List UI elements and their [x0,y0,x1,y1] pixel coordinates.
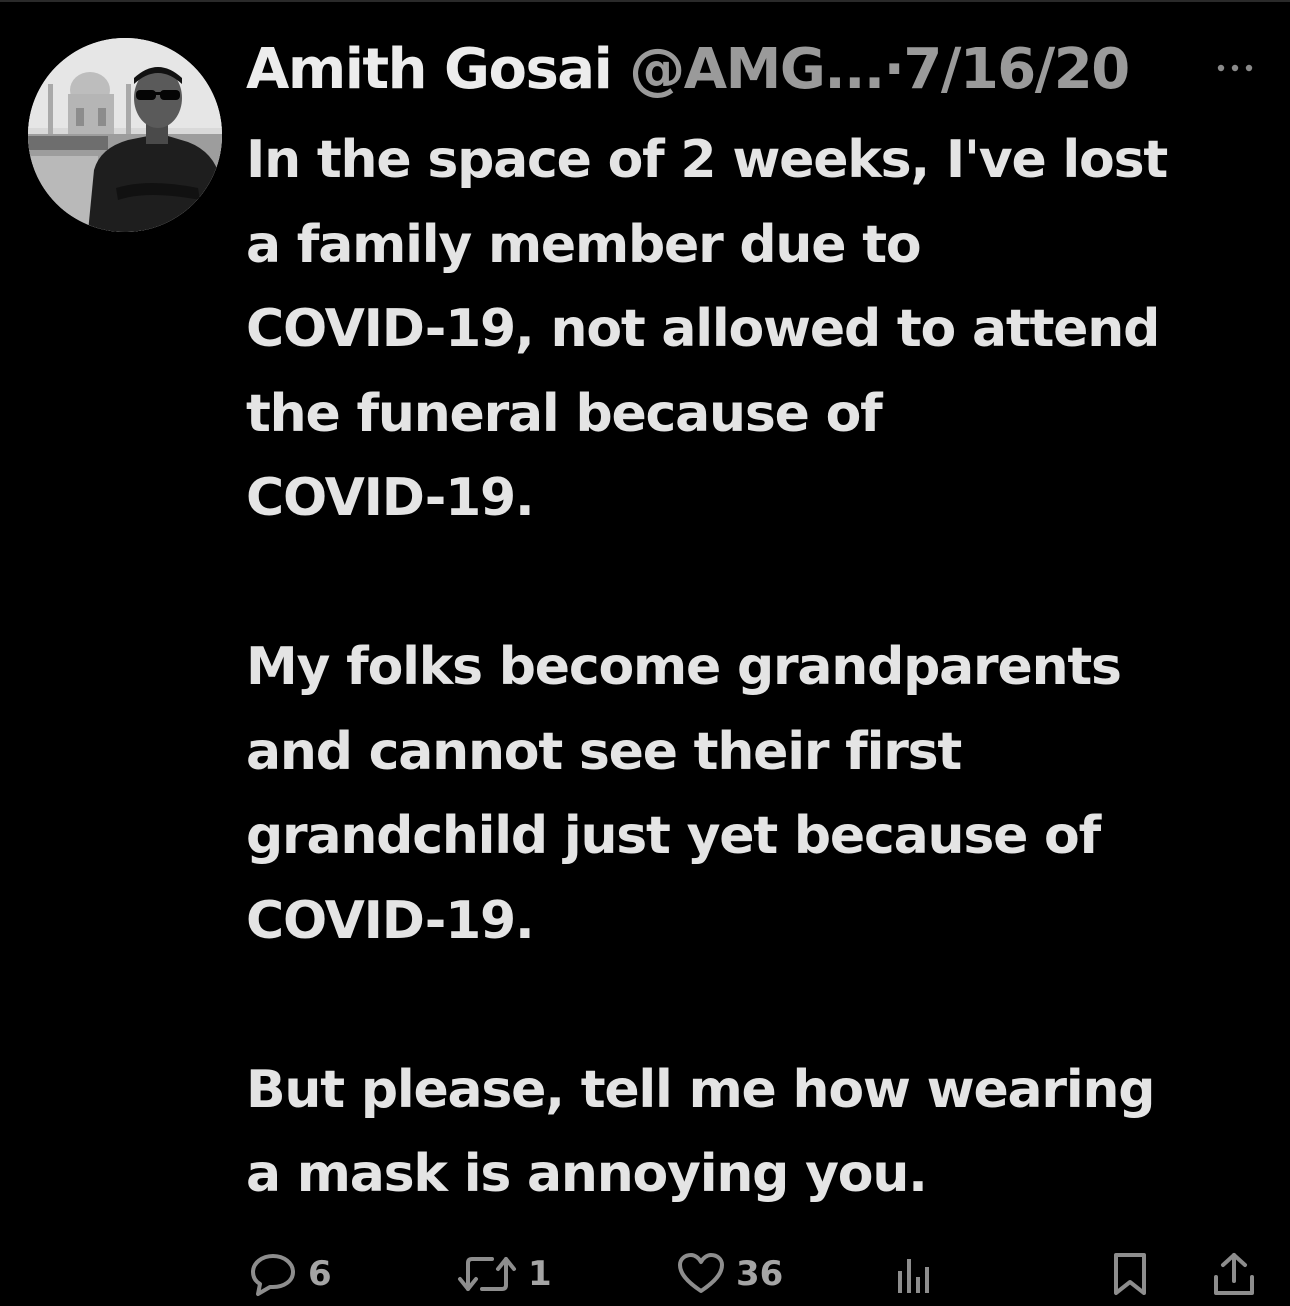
tweet-text-line: a mask is annoying you. [246,1144,928,1204]
tweet-text-line: a family member due to [246,214,922,275]
more-icon [1217,64,1253,72]
tweet-text-line: COVID-19. [246,890,535,951]
like-button[interactable]: 36 [676,1244,783,1304]
share-icon [1214,1253,1254,1295]
tweet-text-line: COVID-19. [246,468,535,528]
avatar-photo [28,38,222,232]
tweet-text-line: the funeral because of [246,383,883,444]
reply-icon [251,1254,295,1296]
header-separator: · [883,37,905,102]
retweet-icon [458,1257,516,1291]
reply-count: 6 [308,1254,332,1294]
reply-button[interactable]: 6 [248,1244,332,1304]
tweet-date[interactable]: 7/16/20 [903,37,1130,102]
tweet-header: Amith Gosai @AMG...·7/16/20 [246,30,1246,110]
retweet-button[interactable]: 1 [456,1244,552,1304]
tweet-text-line: My folks become grandparents [246,637,1122,697]
retweet-count: 1 [528,1254,552,1294]
tweet-actions: 6 1 36 [0,1244,1290,1304]
author-handle[interactable]: @AMG... [629,37,885,102]
tweet-text-line: and cannot see their first [246,721,962,782]
top-divider [0,0,1290,2]
author-name[interactable]: Amith Gosai [246,37,613,102]
tweet-text-line: COVID-19, not allowed to attend [246,299,1160,359]
like-count: 36 [736,1254,784,1294]
share-button[interactable] [1210,1244,1258,1304]
avatar[interactable] [28,38,222,232]
views-icon [898,1259,929,1293]
more-options-button[interactable] [1212,50,1258,86]
bookmark-icon [1114,1253,1146,1295]
bookmark-button[interactable] [1108,1244,1152,1304]
tweet-text: In the space of 2 weeks, I've lost a fam… [246,118,1256,1217]
like-icon [678,1253,724,1293]
tweet-text-line: But please, tell me how wearing [246,1059,1156,1120]
tweet-text-line: In the space of 2 weeks, I've lost [246,130,1168,190]
tweet-text-line: grandchild just yet because of [246,806,1101,866]
views-button[interactable] [892,1244,936,1304]
